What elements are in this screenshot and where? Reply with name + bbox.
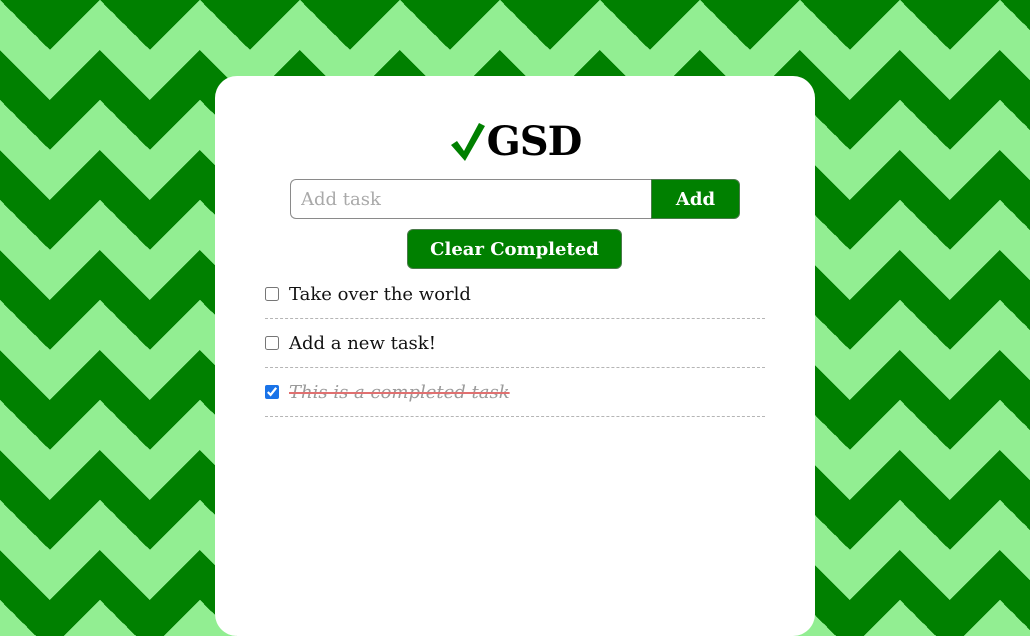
task-checkbox[interactable] [265, 385, 279, 399]
task-label: Take over the world [289, 283, 471, 305]
app-title: GSD [486, 117, 583, 165]
todo-card: GSD Add Clear Completed Take over the wo… [215, 76, 815, 636]
add-task-input[interactable] [290, 179, 651, 219]
app-logo: GSD [215, 116, 815, 166]
task-item: Add a new task! [265, 319, 765, 368]
page-background: { "app": { "logo_text": "GSD", "logo_ico… [0, 0, 1030, 636]
task-item: This is a completed task [265, 368, 765, 417]
clear-completed-button[interactable]: Clear Completed [407, 229, 622, 269]
task-checkbox[interactable] [265, 287, 279, 301]
task-list: Take over the world Add a new task! This… [265, 270, 765, 417]
task-label: Add a new task! [289, 332, 436, 354]
task-item: Take over the world [265, 270, 765, 319]
add-button[interactable]: Add [651, 179, 740, 219]
task-checkbox[interactable] [265, 336, 279, 350]
checkmark-icon [450, 122, 485, 161]
task-label: This is a completed task [289, 381, 510, 403]
add-task-form: Add [290, 179, 740, 219]
